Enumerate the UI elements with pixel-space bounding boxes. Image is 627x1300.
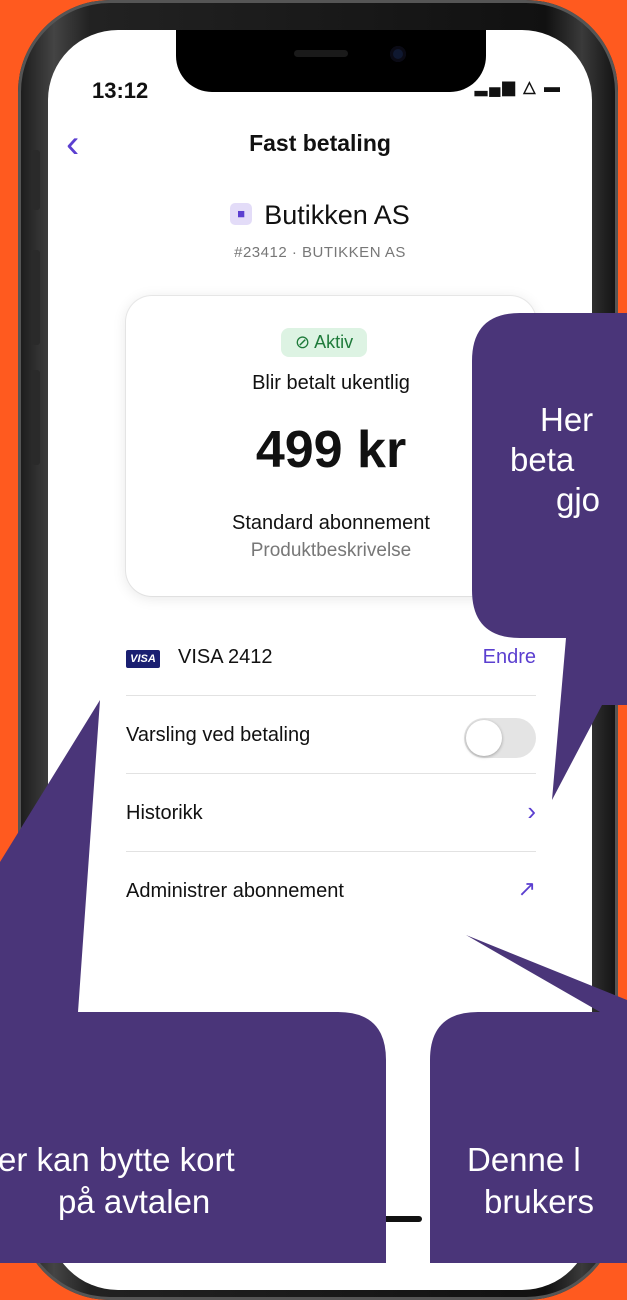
toggle-knob: [466, 720, 502, 756]
history-row[interactable]: Historikk ›: [126, 774, 536, 852]
payment-card-label: VISA 2412: [178, 646, 273, 668]
callout-text-line: Denne l: [467, 1141, 581, 1178]
status-time: 13:12: [92, 78, 149, 103]
plan-name: Standard abonnement: [232, 512, 430, 534]
manage-subscription-row[interactable]: Administrer abonnement ↗: [126, 852, 536, 930]
merchant-subtitle: #23412 · BUTIKKEN AS: [234, 244, 406, 261]
notification-toggle[interactable]: [464, 718, 536, 758]
merchant-name: Butikken AS: [264, 200, 410, 230]
chevron-right-icon: ›: [527, 796, 536, 826]
merchant-header: ■ Butikken AS: [48, 200, 592, 231]
mute-switch: [32, 150, 40, 210]
camera-icon: [390, 46, 406, 62]
callout-text-line: Her: [540, 401, 594, 438]
callout-text-line: brukers: [484, 1183, 595, 1220]
payment-card-row: VISA VISA 2412 Endre: [126, 618, 536, 696]
callout-text-line: på avtalen: [58, 1183, 211, 1220]
callout-text-line: er kan bytte kort: [0, 1141, 235, 1178]
visa-card-icon: VISA: [126, 650, 160, 668]
plan-description: Produktbeskrivelse: [250, 540, 412, 561]
callout-text-line: beta: [510, 441, 575, 478]
speaker: [294, 50, 348, 57]
status-icons: ▂▄▆ △ ▬: [474, 79, 562, 96]
volume-up-button: [32, 250, 40, 345]
notification-label: Varsling ved betaling: [126, 724, 311, 746]
notification-row: Varsling ved betaling: [126, 696, 536, 774]
change-card-button[interactable]: Endre: [483, 646, 536, 669]
status-badge: ⊘ Aktiv: [281, 328, 368, 357]
home-indicator: [316, 1216, 422, 1222]
notch: [176, 30, 486, 92]
merchant-logo-icon: ■: [230, 202, 253, 225]
payment-frequency: Blir betalt ukentlig: [252, 372, 410, 394]
app-screen: 13:12 ▂▄▆ △ ▬ ‹ Fast betaling ■ Butikken …: [48, 30, 592, 1290]
external-link-icon: ↗: [517, 876, 536, 901]
subscription-card: ⊘ Aktiv Blir betalt ukentlig 499 kr Stan…: [126, 296, 536, 596]
history-label: Historikk: [126, 802, 203, 824]
manage-subscription-label: Administrer abonnement: [126, 880, 344, 902]
callout-text-line: gjo: [556, 481, 601, 518]
page-title: Fast betaling: [249, 130, 391, 156]
payment-amount: 499 kr: [255, 421, 407, 479]
volume-down-button: [32, 370, 40, 465]
